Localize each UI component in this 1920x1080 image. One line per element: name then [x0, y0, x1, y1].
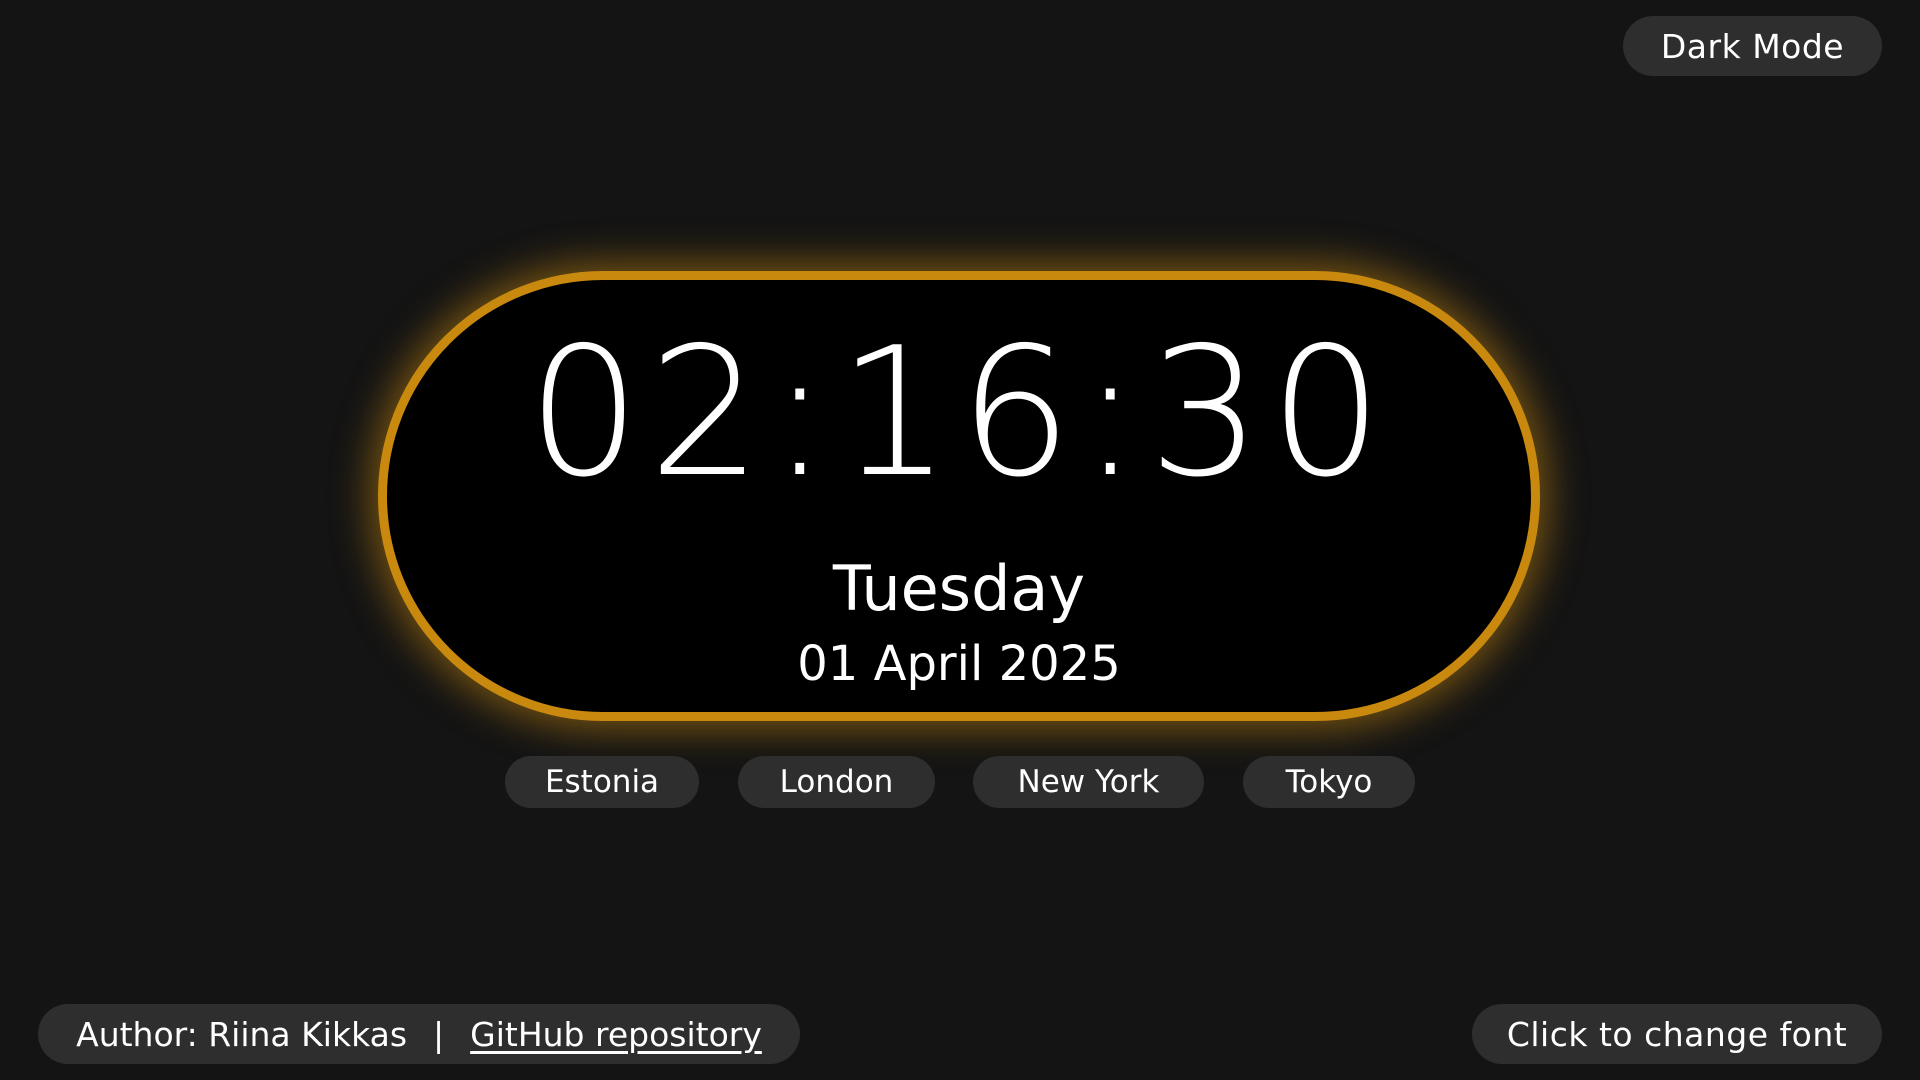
github-repository-link[interactable]: GitHub repository	[470, 1015, 762, 1054]
author-text: Author: Riina Kikkas	[76, 1014, 408, 1054]
timezone-button-london[interactable]: London	[738, 756, 935, 808]
footer-credits: Author: Riina Kikkas | GitHub repository	[38, 1004, 800, 1064]
clock-weekday: Tuesday	[832, 552, 1086, 625]
timezone-selector: Estonia London New York Tokyo	[0, 756, 1920, 808]
timezone-button-new-york[interactable]: New York	[973, 756, 1204, 808]
clock-date: 01 April 2025	[797, 636, 1121, 692]
dark-mode-button[interactable]: Dark Mode	[1623, 16, 1882, 76]
clock-display: 02:16:30 Tuesday 01 April 2025	[378, 271, 1540, 721]
footer-separator: |	[433, 1014, 445, 1054]
timezone-button-estonia[interactable]: Estonia	[505, 756, 699, 808]
change-font-button[interactable]: Click to change font	[1472, 1004, 1882, 1064]
timezone-button-tokyo[interactable]: Tokyo	[1243, 756, 1415, 808]
clock-time: 02:16:30	[527, 309, 1391, 516]
